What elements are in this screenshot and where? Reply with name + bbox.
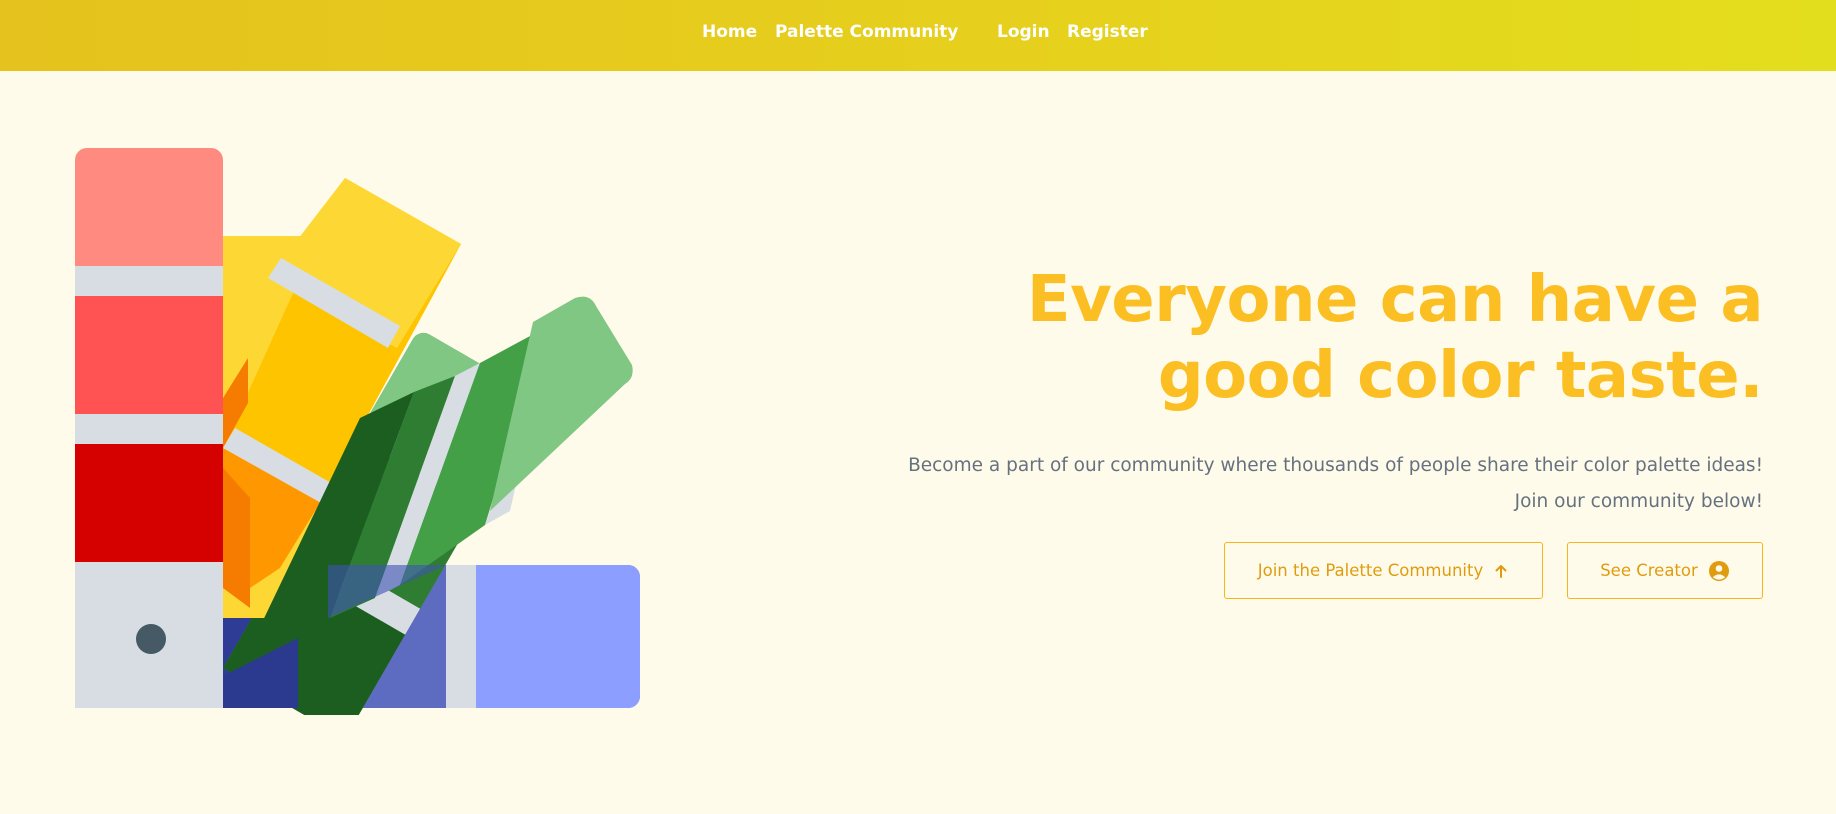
hero-subtext-line2: Join our community below! [1514,491,1763,512]
nav-login-link[interactable]: Login [997,22,1050,42]
user-circle-icon [1708,560,1730,582]
nav-register-link[interactable]: Register [1067,22,1148,42]
see-creator-button-label: See Creator [1600,561,1698,580]
swatch-rivet-icon [136,624,166,654]
arrow-up-icon [1493,563,1509,579]
join-community-button-label: Join the Palette Community [1257,561,1484,580]
hero-headline: Everyone can have a good color taste. [1026,263,1764,413]
top-navbar: Home Palette Community Login Register [0,0,1836,71]
nav-home-link[interactable]: Home [702,22,757,42]
color-swatch-fan-icon [75,148,640,715]
red-swatch [75,148,223,708]
see-creator-button[interactable]: See Creator [1567,542,1763,599]
nav-palette-community-link[interactable]: Palette Community [775,22,958,42]
hero-subtext-line1: Become a part of our community where tho… [908,455,1763,476]
join-community-button[interactable]: Join the Palette Community [1224,542,1543,599]
